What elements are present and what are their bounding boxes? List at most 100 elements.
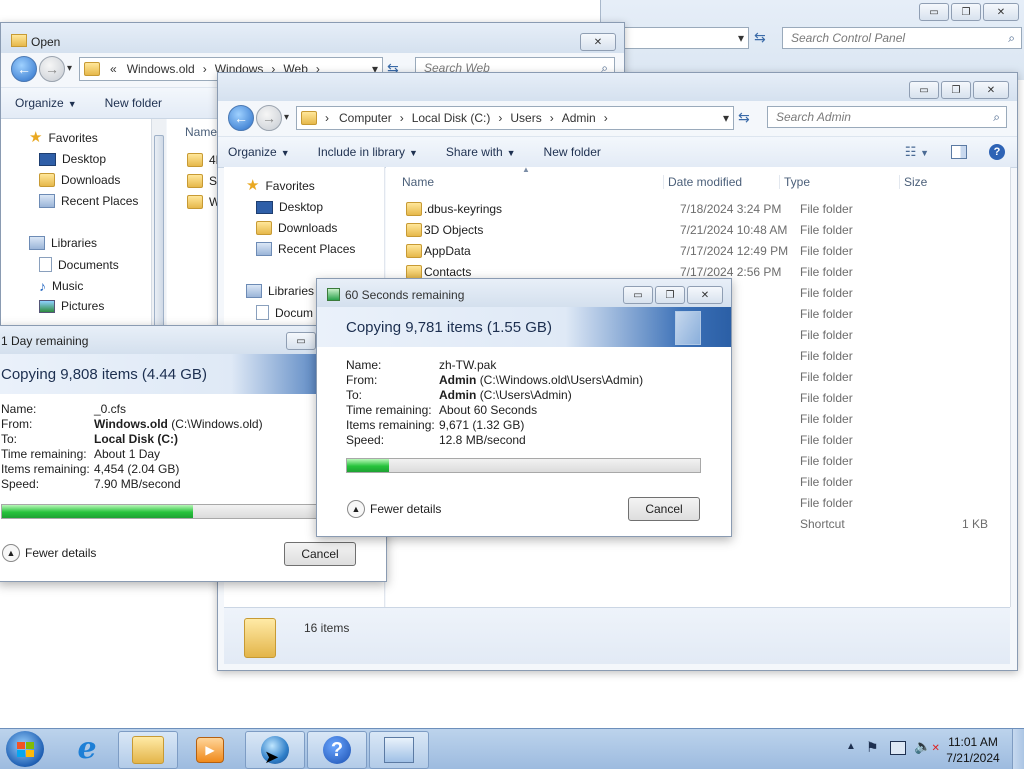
forward-arrow-icon[interactable]: → bbox=[39, 56, 65, 82]
nav-documents[interactable]: Docum bbox=[256, 305, 313, 320]
maximize-button[interactable]: ❐ bbox=[655, 286, 685, 304]
search-icon[interactable]: ⌕ bbox=[993, 110, 1000, 125]
copy-heading: Copying 9,808 items (4.44 GB) bbox=[1, 365, 207, 383]
from-location[interactable]: Windows.old bbox=[94, 417, 168, 431]
explorer-scrollbar[interactable] bbox=[1010, 167, 1011, 607]
start-button[interactable] bbox=[6, 731, 44, 767]
include-in-library-button[interactable]: Include in library ▼ bbox=[318, 145, 418, 159]
forward-button[interactable]: → bbox=[39, 56, 65, 82]
nav-desktop[interactable]: Desktop bbox=[39, 152, 106, 166]
media-player-icon[interactable]: ▶ bbox=[196, 737, 224, 763]
breadcrumb-overflow[interactable]: « bbox=[110, 62, 117, 76]
back-arrow-icon[interactable]: ← bbox=[11, 56, 37, 82]
maximize-button[interactable]: ❐ bbox=[951, 3, 981, 21]
nav-favorites[interactable]: ★ Favorites bbox=[29, 130, 98, 145]
close-button[interactable]: ✕ bbox=[983, 3, 1019, 21]
nav-libraries[interactable]: Libraries bbox=[246, 284, 314, 298]
cancel-button[interactable]: Cancel bbox=[284, 542, 356, 566]
network-tray-icon[interactable] bbox=[890, 741, 906, 755]
column-header-name[interactable]: Name bbox=[402, 175, 434, 189]
new-folder-button[interactable]: New folder bbox=[544, 145, 601, 159]
nav-desktop[interactable]: Desktop bbox=[256, 200, 323, 214]
table-row[interactable]: AppData 7/17/2024 12:49 PM File folder bbox=[402, 241, 1002, 262]
maximize-button[interactable]: ❐ bbox=[941, 81, 971, 99]
breadcrumb-users[interactable]: Users bbox=[510, 111, 541, 125]
breadcrumb-local-disk[interactable]: Local Disk (C:) bbox=[412, 111, 491, 125]
from-location[interactable]: Admin bbox=[439, 373, 476, 387]
nav-downloads[interactable]: Downloads bbox=[39, 173, 120, 187]
chevron-right-icon[interactable]: › bbox=[400, 111, 404, 125]
fewer-details-toggle[interactable]: ▲ Fewer details bbox=[347, 500, 441, 518]
explorer-search-input[interactable]: Search Admin ⌕ bbox=[767, 106, 1007, 128]
nav-music[interactable]: ♪ Music bbox=[39, 278, 83, 294]
action-center-flag-icon[interactable]: ⚑ bbox=[866, 739, 879, 756]
minimize-button[interactable]: ▭ bbox=[286, 332, 316, 350]
chevron-right-icon[interactable]: › bbox=[498, 111, 502, 125]
back-arrow-icon[interactable]: ← bbox=[228, 105, 254, 131]
to-location[interactable]: Local Disk (C:) bbox=[94, 432, 178, 446]
minimize-button[interactable]: ▭ bbox=[919, 3, 949, 21]
show-desktop-button[interactable] bbox=[1012, 729, 1024, 769]
taskbar-control-panel-button[interactable] bbox=[369, 731, 429, 769]
breadcrumb-windows-old[interactable]: Windows.old bbox=[127, 62, 195, 76]
breadcrumb-admin[interactable]: Admin bbox=[562, 111, 596, 125]
nav-favorites[interactable]: ★ Favorites bbox=[246, 178, 315, 193]
help-icon[interactable]: ? bbox=[989, 144, 1005, 160]
forward-arrow-icon[interactable]: → bbox=[256, 105, 282, 131]
nav-libraries[interactable]: Libraries bbox=[29, 236, 97, 250]
dropdown-icon[interactable]: ▾ bbox=[738, 31, 744, 45]
organize-button[interactable]: Organize ▼ bbox=[15, 96, 77, 110]
nav-pictures[interactable]: Pictures bbox=[39, 299, 104, 313]
explorer-address-bar[interactable]: › Computer › Local Disk (C:) › Users › A… bbox=[296, 106, 734, 130]
back-button[interactable]: ← bbox=[11, 56, 37, 82]
minimize-button[interactable]: ▭ bbox=[623, 286, 653, 304]
open-nav-scrollbar[interactable] bbox=[151, 119, 166, 343]
table-row[interactable]: .dbus-keyrings 7/18/2024 3:24 PM File fold… bbox=[402, 199, 1002, 220]
nav-recent-places[interactable]: Recent Places bbox=[256, 242, 355, 256]
table-row[interactable]: 3D Objects 7/21/2024 10:48 AM File folder bbox=[402, 220, 1002, 241]
internet-explorer-icon[interactable]: e bbox=[70, 733, 104, 765]
to-location[interactable]: Admin bbox=[439, 388, 476, 402]
taskbar-explorer-button[interactable] bbox=[118, 731, 178, 769]
chevron-right-icon[interactable]: › bbox=[325, 111, 329, 125]
clock[interactable]: 11:01 AM 7/21/2024 bbox=[940, 734, 1006, 766]
nav-recent-places[interactable]: Recent Places bbox=[39, 194, 138, 208]
chevron-right-icon[interactable]: › bbox=[604, 111, 608, 125]
nav-documents[interactable]: Documents bbox=[39, 257, 119, 272]
refresh-icon[interactable]: ⇆ bbox=[754, 29, 766, 46]
taskbar-help-button[interactable]: ? bbox=[307, 731, 367, 769]
search-icon[interactable]: ⌕ bbox=[1008, 31, 1015, 46]
column-header-date[interactable]: Date modified bbox=[663, 175, 742, 189]
cancel-button[interactable]: Cancel bbox=[628, 497, 700, 521]
close-button[interactable]: ✕ bbox=[973, 81, 1009, 99]
history-dropdown-icon[interactable]: ▾ bbox=[67, 63, 72, 74]
new-folder-button[interactable]: New folder bbox=[105, 96, 162, 110]
background-address-bar[interactable]: ▾ bbox=[623, 27, 749, 49]
history-dropdown-icon[interactable]: ▾ bbox=[284, 112, 289, 123]
column-header-type[interactable]: Type bbox=[779, 175, 810, 189]
file-item[interactable]: W bbox=[187, 195, 220, 209]
column-header-size[interactable]: Size bbox=[899, 175, 927, 189]
volume-muted-icon[interactable]: 🔈✕ bbox=[914, 738, 940, 755]
view-options-icon[interactable]: ☷ ▼ bbox=[905, 144, 929, 160]
organize-button[interactable]: Organize ▼ bbox=[228, 145, 290, 159]
preview-pane-icon[interactable] bbox=[951, 145, 967, 159]
nav-downloads[interactable]: Downloads bbox=[256, 221, 337, 235]
control-panel-search-input[interactable]: Search Control Panel ⌕ bbox=[782, 27, 1022, 49]
tray-expand-icon[interactable]: ▲ bbox=[846, 741, 856, 752]
fewer-details-toggle[interactable]: ▲ Fewer details bbox=[2, 544, 96, 562]
close-button[interactable]: ✕ bbox=[687, 286, 723, 304]
chevron-right-icon[interactable]: › bbox=[203, 62, 207, 76]
column-header-name[interactable]: Name bbox=[185, 125, 217, 139]
minimize-button[interactable]: ▭ bbox=[909, 81, 939, 99]
breadcrumb-computer[interactable]: Computer bbox=[339, 111, 392, 125]
back-button[interactable]: ← bbox=[228, 105, 254, 131]
dropdown-icon[interactable]: ▾ bbox=[723, 111, 729, 125]
chevron-right-icon[interactable]: › bbox=[550, 111, 554, 125]
forward-button[interactable]: → bbox=[256, 105, 282, 131]
refresh-icon[interactable]: ⇆ bbox=[738, 109, 750, 126]
close-button[interactable]: ✕ bbox=[580, 33, 616, 51]
control-panel-icon bbox=[384, 737, 414, 763]
scrollbar-thumb[interactable] bbox=[154, 135, 164, 327]
share-with-button[interactable]: Share with ▼ bbox=[446, 145, 516, 159]
